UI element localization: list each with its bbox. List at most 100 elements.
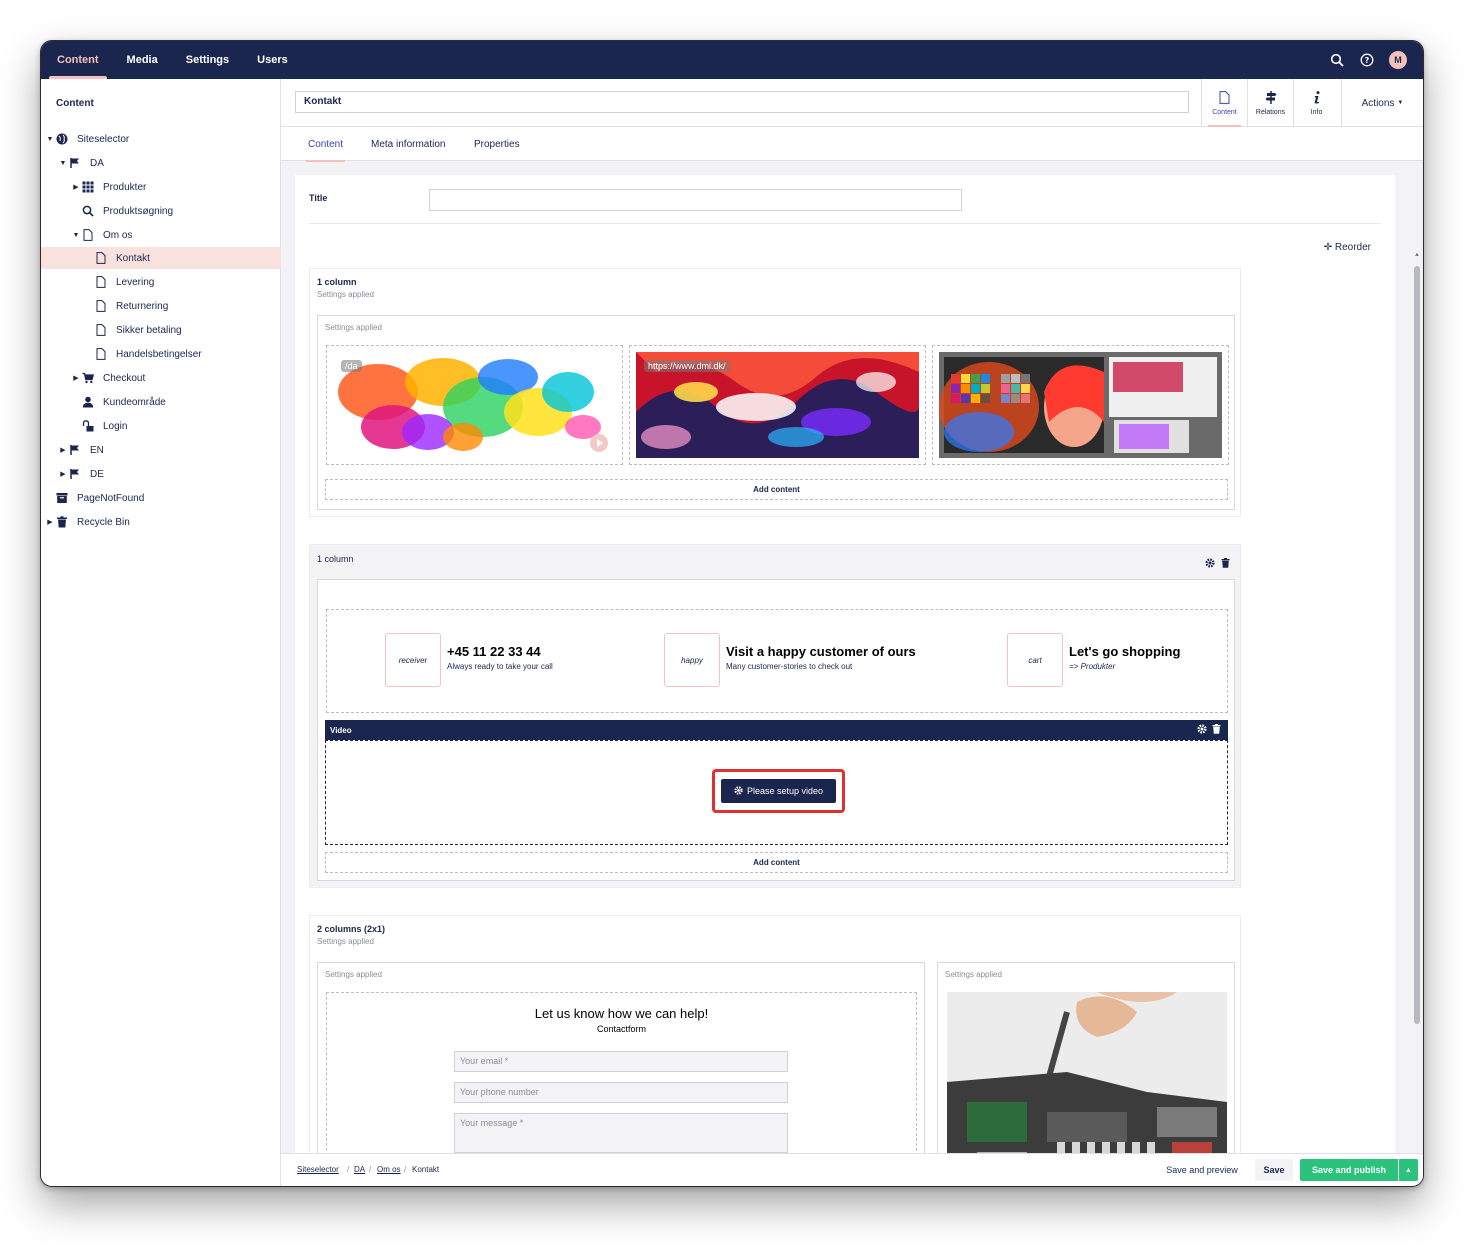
unlock-icon [81,419,95,433]
title-input[interactable] [429,189,962,211]
svg-text:?: ? [1365,56,1370,65]
video-block[interactable]: Please setup video [325,740,1228,845]
search-icon[interactable] [1329,52,1345,68]
caret-right-icon[interactable]: ▶ [71,183,81,191]
scroll-up-icon[interactable]: ▲ [1414,252,1420,258]
node-name-input[interactable]: Kontakt [295,91,1189,113]
contact-form-block[interactable]: Let us know how we can help! Contactform… [326,992,917,1153]
tree-item-en[interactable]: ▶ EN [41,439,281,461]
caret-right-icon[interactable]: ▶ [58,446,68,454]
features-block[interactable]: receiver +45 11 22 33 44 Always ready to… [326,609,1228,713]
tree-item-levering[interactable]: Levering [41,271,281,293]
tree-item-produktsoegning[interactable]: Produktsøgning [41,200,281,222]
row-title: 2 columns (2x1) [317,924,386,934]
topnav-media[interactable]: Media [113,41,172,79]
editor-footer: Siteselector / DA / Om os / Kontakt Save… [281,1153,1423,1186]
save-button[interactable]: Save [1255,1159,1293,1181]
tab-content[interactable]: Content [305,127,346,162]
caret-right-icon[interactable]: ▶ [45,518,55,526]
tree-item-om-os[interactable]: ▼ Om os [41,224,281,246]
title-label: Title [309,193,328,203]
tab-properties[interactable]: Properties [474,127,520,161]
save-and-preview-button[interactable]: Save and preview [1157,1159,1247,1181]
topnav-content[interactable]: Content [43,41,113,79]
actions-dropdown[interactable]: Actions ▼ [1341,79,1423,127]
tree-label: EN [90,444,104,456]
image-block-2[interactable]: https://www.dmi.dk/ [629,345,926,465]
tree-item-recycle-bin[interactable]: ▶ Recycle Bin [41,511,281,533]
help-icon[interactable]: ? [1359,52,1375,68]
tree-item-pagenotfound[interactable]: PageNotFound [41,487,281,509]
breadcrumb-siteselector[interactable]: Siteselector [297,1165,339,1174]
caret-down-icon[interactable]: ▼ [71,232,81,239]
tree-item-de[interactable]: ▶ DE [41,463,281,485]
box-icon [55,491,69,505]
scrollbar-thumb[interactable] [1414,266,1420,1024]
tab-meta-information[interactable]: Meta information [371,127,445,161]
message-field[interactable]: Your message * [454,1113,788,1153]
setup-video-button[interactable]: Please setup video [721,779,836,803]
reorder-label: Reorder [1334,242,1371,253]
publish-options-caret-icon[interactable]: ▲ [1399,1159,1418,1181]
tree-item-kontakt[interactable]: Kontakt [41,247,281,269]
tree-item-checkout[interactable]: ▶ Checkout [41,367,281,389]
divider [309,223,1381,224]
add-content-button[interactable]: Add content [325,479,1228,500]
tree-label: Login [103,420,128,432]
app-info-button[interactable]: Info [1293,79,1339,127]
save-and-publish-button[interactable]: Save and publish [1300,1159,1398,1181]
email-field[interactable]: Your email * [454,1051,788,1072]
app-content-button[interactable]: Content [1201,79,1247,127]
play-icon[interactable] [590,434,608,452]
breadcrumb-da[interactable]: DA [354,1165,365,1174]
feature-cart-icon: cart [1007,633,1063,687]
breadcrumb-om-os[interactable]: Om os [377,1165,401,1174]
feature-link[interactable]: => Produkter [1069,662,1115,671]
grid-row-2-columns[interactable]: 2 columns (2x1) Settings applied Setting… [309,915,1241,1153]
tree-item-sikker-betaling[interactable]: Sikker betaling [41,319,281,341]
tree-item-handelsbetingelser[interactable]: Handelsbetingelser [41,343,281,365]
row-title: 1 column [317,554,354,564]
row-subtitle: Settings applied [317,290,374,299]
scrollbar[interactable]: ▲ [1413,252,1421,1153]
main-editor: Kontakt Content Relations Info Actions ▼… [281,79,1423,1186]
caret-right-icon[interactable]: ▶ [58,470,68,478]
caret-down-icon[interactable]: ▼ [58,160,68,167]
topnav-users[interactable]: Users [243,41,302,79]
add-content-button[interactable]: Add content [325,852,1228,873]
phone-field[interactable]: Your phone number [454,1082,788,1103]
grid-row-1-column-features[interactable]: 1 column receiver +45 11 22 33 44 Always… [309,544,1241,888]
tree-item-returnering[interactable]: Returnering [41,295,281,317]
tree-item-kundeomraade[interactable]: Kundeområde [41,391,281,413]
tree-item-da[interactable]: ▼ DA [41,152,281,174]
delete-trash-icon[interactable] [1212,724,1221,736]
feature-receiver-icon: receiver [385,633,441,687]
grid-row-1-column[interactable]: 1 column Settings applied Settings appli… [309,268,1241,517]
tree-item-produkter[interactable]: ▶ Produkter [41,176,281,198]
grid-area-right[interactable]: Settings applied [937,962,1235,1153]
settings-gear-icon[interactable] [1197,724,1207,736]
app-relations-button[interactable]: Relations [1247,79,1293,127]
topnav-settings[interactable]: Settings [172,41,243,79]
cart-icon [81,371,95,385]
image-block-1[interactable]: /da [326,345,623,465]
tree-item-siteselector[interactable]: ▼ Siteselector [41,128,281,150]
settings-gear-icon[interactable] [1205,555,1215,573]
flag-icon [68,467,82,481]
tree-item-login[interactable]: Login [41,415,281,437]
caret-right-icon[interactable]: ▶ [71,374,81,382]
caret-down-icon[interactable]: ▼ [45,136,55,143]
grid-area[interactable]: receiver +45 11 22 33 44 Always ready to… [317,579,1235,881]
grid-area-left[interactable]: Settings applied Let us know how we can … [317,962,925,1153]
feature-happy-icon: happy [664,633,720,687]
breadcrumb-separator: / [369,1165,372,1174]
grid-area[interactable]: Settings applied /da https://www.dmi.dk/… [317,315,1235,510]
document-icon [94,299,108,313]
image-block-3[interactable] [932,345,1229,465]
flag-icon [68,156,82,170]
delete-trash-icon[interactable] [1221,555,1230,573]
tree-label: Handelsbetingelser [116,348,202,360]
avatar[interactable]: M [1389,51,1407,69]
reorder-button[interactable]: ✛ Reorder [1324,242,1371,253]
breadcrumb-separator: / [404,1165,407,1174]
